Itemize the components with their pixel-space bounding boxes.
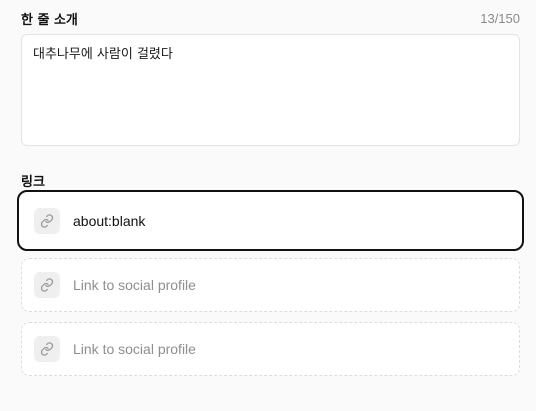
link-icon bbox=[34, 272, 60, 298]
link-input-1-value: about:blank bbox=[73, 212, 146, 229]
bio-textarea[interactable]: 대추나무에 사람이 걸렸다 bbox=[21, 34, 520, 146]
link-input-2[interactable]: Link to social profile bbox=[21, 258, 520, 312]
bio-header: 한 줄 소개 13/150 bbox=[21, 8, 520, 28]
link-icon bbox=[34, 336, 60, 362]
link-input-3[interactable]: Link to social profile bbox=[21, 322, 520, 376]
profile-form: 한 줄 소개 13/150 대추나무에 사람이 걸렸다 링크 about:bla… bbox=[0, 0, 536, 411]
link-icon bbox=[34, 207, 60, 234]
links-section-label: 링크 bbox=[21, 170, 45, 190]
bio-char-counter: 13/150 bbox=[480, 10, 520, 26]
bio-textarea-value: 대추나무에 사람이 걸렸다 bbox=[33, 47, 173, 62]
links-label: 링크 bbox=[21, 174, 45, 190]
link-input-3-placeholder: Link to social profile bbox=[73, 341, 196, 357]
bio-label: 한 줄 소개 bbox=[21, 12, 78, 28]
link-input-1[interactable]: about:blank bbox=[17, 190, 524, 251]
link-input-2-placeholder: Link to social profile bbox=[73, 277, 196, 293]
